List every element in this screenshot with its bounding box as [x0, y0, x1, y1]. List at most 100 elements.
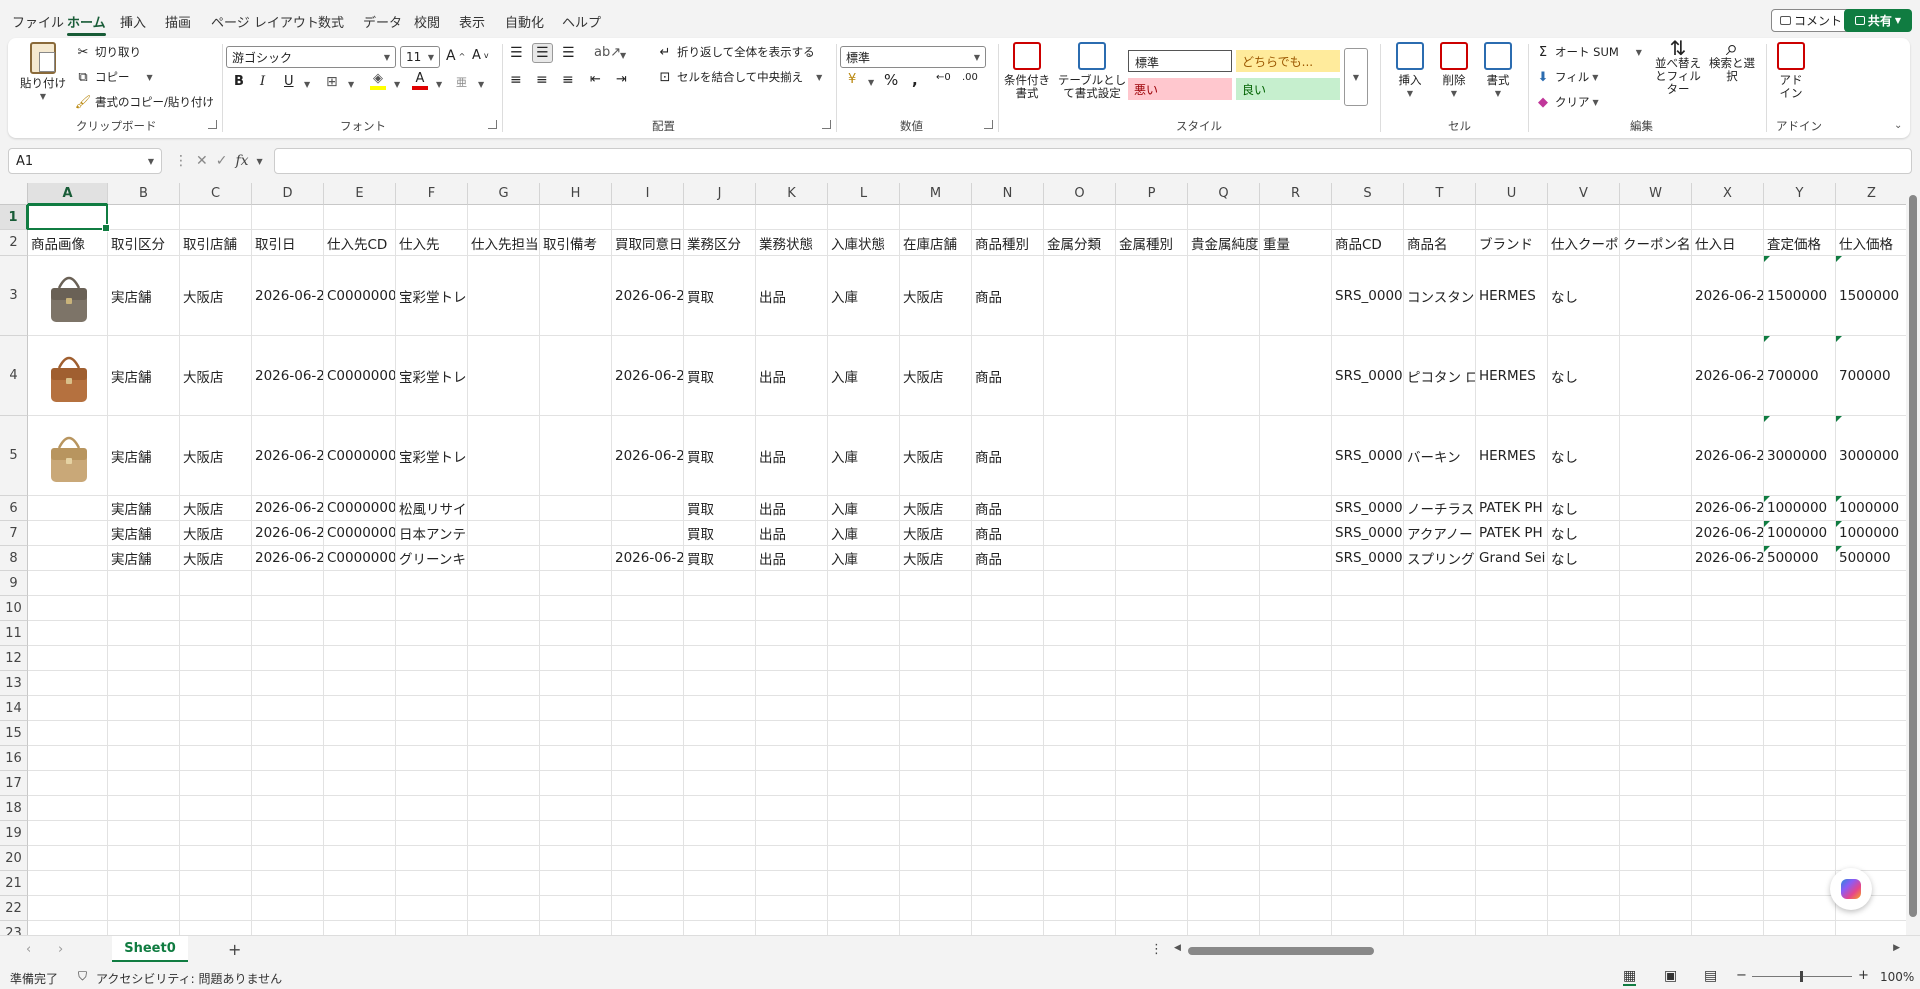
cell-A22[interactable] [28, 896, 108, 921]
cell-H18[interactable] [540, 796, 612, 821]
cell-P1[interactable] [1116, 205, 1188, 230]
cell-Y7[interactable]: 1000000 [1764, 521, 1836, 546]
menu-insert[interactable]: 挿入 [120, 12, 146, 31]
cell-G6[interactable] [468, 496, 540, 521]
cell-V7[interactable]: なし [1548, 521, 1620, 546]
cell-R3[interactable] [1260, 256, 1332, 336]
cell-Q17[interactable] [1188, 771, 1260, 796]
cell-F21[interactable] [396, 871, 468, 896]
cell-Y4[interactable]: 700000 [1764, 336, 1836, 416]
cell-U15[interactable] [1476, 721, 1548, 746]
cell-W3[interactable] [1620, 256, 1692, 336]
cell-H7[interactable] [540, 521, 612, 546]
vertical-scroll-thumb[interactable] [1909, 195, 1917, 917]
cell-F7[interactable]: 日本アンティークリンク [396, 521, 468, 546]
copy-button[interactable]: ⧉ コピー ▼ [74, 68, 152, 86]
cell-I15[interactable] [612, 721, 684, 746]
cell-M4[interactable]: 大阪店 [900, 336, 972, 416]
cell-A17[interactable] [28, 771, 108, 796]
clipboard-launcher-icon[interactable] [208, 120, 217, 129]
cell-Q16[interactable] [1188, 746, 1260, 771]
sort-filter-button[interactable]: ⇅ 並べ替えとフィルター [1650, 38, 1706, 96]
cell-V6[interactable]: なし [1548, 496, 1620, 521]
cell-D1[interactable] [252, 205, 324, 230]
cell-G16[interactable] [468, 746, 540, 771]
cell-P10[interactable] [1116, 596, 1188, 621]
cell-U8[interactable]: Grand Sei [1476, 546, 1548, 571]
cell-L5[interactable]: 入庫 [828, 416, 900, 496]
cell-A13[interactable] [28, 671, 108, 696]
cell-Z14[interactable] [1836, 696, 1906, 721]
cell-U9[interactable] [1476, 571, 1548, 596]
cell-S20[interactable] [1332, 846, 1404, 871]
cell-C19[interactable] [180, 821, 252, 846]
cell-F2[interactable]: 仕入先 [396, 230, 468, 256]
cell-Q1[interactable] [1188, 205, 1260, 230]
cell-E20[interactable] [324, 846, 396, 871]
cell-H8[interactable] [540, 546, 612, 571]
cell-Y5[interactable]: 3000000 [1764, 416, 1836, 496]
fill-button[interactable]: ⬇ フィル ▼ [1534, 68, 1599, 86]
cell-T8[interactable]: スプリング [1404, 546, 1476, 571]
cell-X1[interactable] [1692, 205, 1764, 230]
row-header-1[interactable]: 1 [0, 205, 28, 230]
cell-I8[interactable]: 2026-06-2 [612, 546, 684, 571]
cell-X13[interactable] [1692, 671, 1764, 696]
cell-X17[interactable] [1692, 771, 1764, 796]
cell-X16[interactable] [1692, 746, 1764, 771]
cell-U5[interactable]: HERMES [1476, 416, 1548, 496]
cancel-icon[interactable]: ✕ [196, 153, 208, 169]
cell-X10[interactable] [1692, 596, 1764, 621]
cell-N20[interactable] [972, 846, 1044, 871]
cell-M6[interactable]: 大阪店 [900, 496, 972, 521]
enter-icon[interactable]: ✓ [216, 153, 228, 169]
menu-automate[interactable]: 自動化 [505, 12, 544, 31]
cell-K4[interactable]: 出品 [756, 336, 828, 416]
horizontal-scrollbar[interactable]: ◀ ▶ [1172, 943, 1902, 957]
column-header-O[interactable]: O [1044, 183, 1116, 205]
cell-B20[interactable] [108, 846, 180, 871]
cell-R11[interactable] [1260, 621, 1332, 646]
cell-J17[interactable] [684, 771, 756, 796]
column-header-C[interactable]: C [180, 183, 252, 205]
cell-Y18[interactable] [1764, 796, 1836, 821]
cell-H21[interactable] [540, 871, 612, 896]
cell-G22[interactable] [468, 896, 540, 921]
cell-Z2[interactable]: 仕入価格 [1836, 230, 1906, 256]
cell-W4[interactable] [1620, 336, 1692, 416]
cell-V19[interactable] [1548, 821, 1620, 846]
cell-E16[interactable] [324, 746, 396, 771]
cell-J21[interactable] [684, 871, 756, 896]
cell-T16[interactable] [1404, 746, 1476, 771]
cell-P17[interactable] [1116, 771, 1188, 796]
cell-T22[interactable] [1404, 896, 1476, 921]
cell-P12[interactable] [1116, 646, 1188, 671]
spreadsheet-grid[interactable]: A B C D E F G H I J K L M N O P Q R S T U V W X Y Z 1 2 3 4 5 6 7 8 9 10 11 1… [0, 183, 1906, 935]
cell-J14[interactable] [684, 696, 756, 721]
cell-V18[interactable] [1548, 796, 1620, 821]
row-header-5[interactable]: 5 [0, 416, 28, 496]
cell-P9[interactable] [1116, 571, 1188, 596]
insert-function-icon[interactable]: fx [235, 153, 248, 169]
cell-C4[interactable]: 大阪店 [180, 336, 252, 416]
cell-U22[interactable] [1476, 896, 1548, 921]
cell-I7[interactable] [612, 521, 684, 546]
cell-V9[interactable] [1548, 571, 1620, 596]
cell-A16[interactable] [28, 746, 108, 771]
cell-M10[interactable] [900, 596, 972, 621]
number-launcher-icon[interactable] [984, 120, 993, 129]
cell-A15[interactable] [28, 721, 108, 746]
cell-K16[interactable] [756, 746, 828, 771]
cell-Z7[interactable]: 1000000 [1836, 521, 1906, 546]
cell-S21[interactable] [1332, 871, 1404, 896]
cell-J11[interactable] [684, 621, 756, 646]
cell-I4[interactable]: 2026-06-2 [612, 336, 684, 416]
cell-O13[interactable] [1044, 671, 1116, 696]
cell-T10[interactable] [1404, 596, 1476, 621]
cell-J9[interactable] [684, 571, 756, 596]
cell-Z15[interactable] [1836, 721, 1906, 746]
cell-I16[interactable] [612, 746, 684, 771]
cell-U6[interactable]: PATEK PH [1476, 496, 1548, 521]
cell-D20[interactable] [252, 846, 324, 871]
cell-K20[interactable] [756, 846, 828, 871]
